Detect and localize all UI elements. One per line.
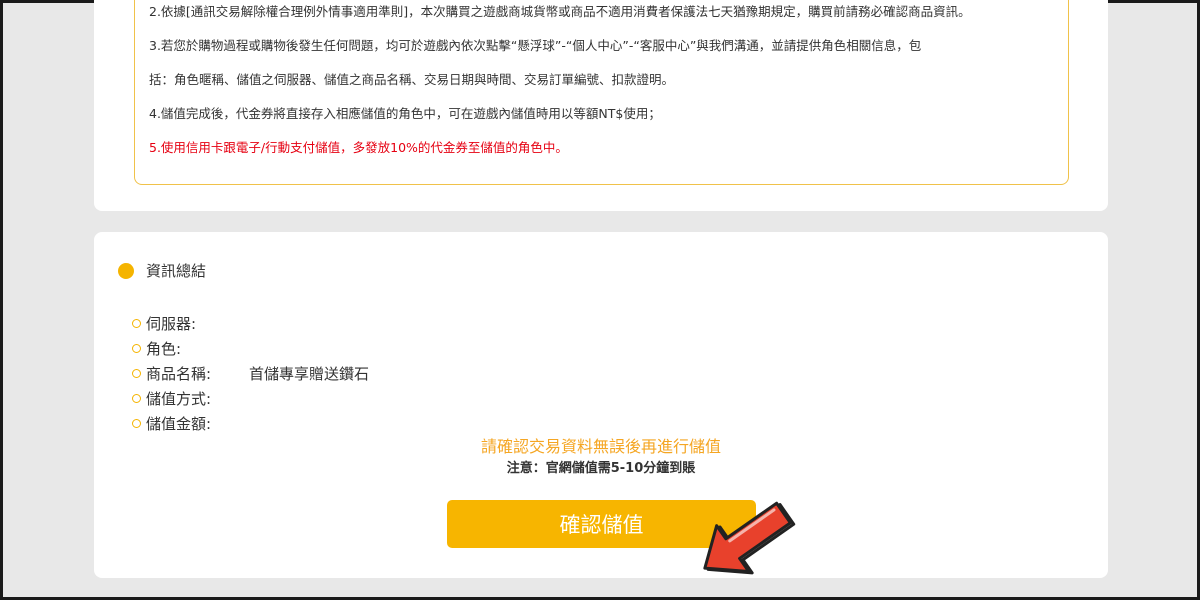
- notice-box: 2.依據[通訊交易解除權合理例外情事適用準則]，本次購買之遊戲商城貨幣或商品不適…: [134, 0, 1069, 185]
- info-row-server: 伺服器:: [132, 311, 369, 336]
- pointer-arrow-icon: [703, 501, 796, 575]
- info-label: 儲值金額:: [146, 415, 212, 433]
- notice-line-4: 4.儲值完成後，代金券將直接存入相應儲值的角色中，可在遊戲內儲值時用以等額NT$…: [149, 106, 661, 121]
- notice-line-3-cont: 括：角色暱稱、儲值之伺服器、儲值之商品名稱、交易日期與時間、交易訂單編號、扣款證…: [149, 72, 675, 87]
- bullet-ring-icon: [132, 319, 141, 328]
- notice-line-5: 5.使用信用卡跟電子/行動支付儲值，多發放10%的代金券至儲值的角色中。: [149, 140, 568, 155]
- info-label: 伺服器:: [146, 315, 197, 333]
- info-label: 儲值方式:: [146, 390, 212, 408]
- bullet-ring-icon: [132, 419, 141, 428]
- purchase-notice-card: 2.依據[通訊交易解除權合理例外情事適用準則]，本次購買之遊戲商城貨幣或商品不適…: [94, 0, 1108, 211]
- notice-line-2: 2.依據[通訊交易解除權合理例外情事適用準則]，本次購買之遊戲商城貨幣或商品不適…: [149, 4, 971, 19]
- confirm-note: 注意：官網儲值需5-10分鐘到賬: [506, 461, 696, 476]
- section-dot-icon: [118, 262, 134, 279]
- info-row-product: 商品名稱: 首儲專享贈送鑽石: [132, 361, 369, 386]
- summary-header: 資訊總結: [118, 260, 206, 281]
- bullet-ring-icon: [132, 344, 141, 353]
- confirm-tip: 請確認交易資料無誤後再進行儲值: [480, 437, 721, 456]
- info-label: 商品名稱:: [146, 365, 212, 383]
- notice-line-3: 3.若您於購物過程或購物後發生任何問題，均可於遊戲內依次點擊“懸浮球”-“個人中…: [149, 38, 922, 53]
- summary-info-list: 伺服器: 角色: 商品名稱: 首儲專享贈送鑽石 儲值方式: 儲值金額:: [132, 311, 369, 436]
- bullet-ring-icon: [132, 369, 141, 378]
- info-row-role: 角色:: [132, 336, 369, 361]
- info-label: 角色:: [146, 340, 182, 358]
- bullet-ring-icon: [132, 394, 141, 403]
- summary-title: 資訊總結: [146, 262, 207, 280]
- summary-card: 資訊總結 伺服器: 角色: 商品名稱: 首儲專享贈送鑽石 儲值方式: 儲值金額:: [94, 232, 1108, 578]
- info-row-payment-method: 儲值方式:: [132, 386, 369, 411]
- info-value: 首儲專享贈送鑽石: [249, 365, 370, 383]
